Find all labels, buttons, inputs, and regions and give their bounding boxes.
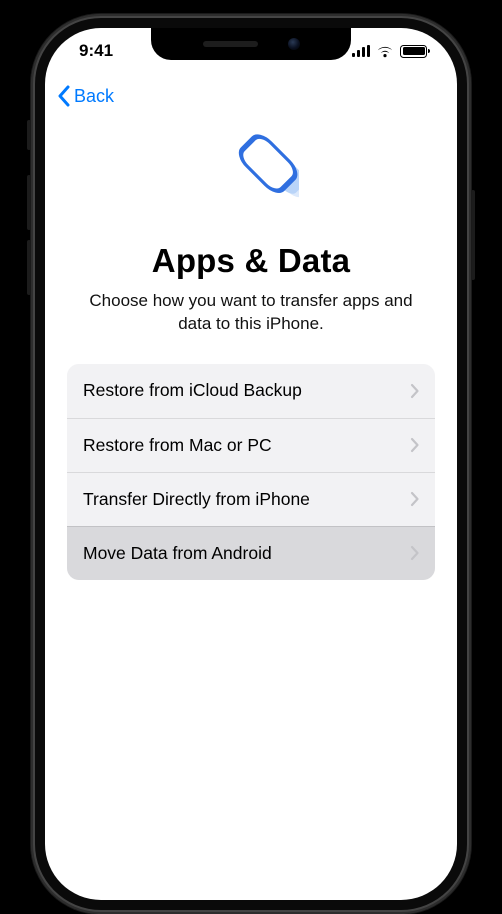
cellular-icon	[352, 45, 370, 57]
option-restore-icloud[interactable]: Restore from iCloud Backup	[67, 364, 435, 418]
front-camera	[288, 38, 300, 50]
status-time: 9:41	[79, 41, 113, 61]
option-label: Restore from Mac or PC	[83, 435, 272, 456]
chevron-right-icon	[410, 437, 419, 453]
battery-icon	[400, 45, 427, 58]
wifi-icon	[376, 45, 394, 58]
notch	[151, 28, 351, 60]
option-restore-mac-pc[interactable]: Restore from Mac or PC	[67, 418, 435, 472]
chevron-right-icon	[410, 545, 419, 561]
chevron-right-icon	[410, 491, 419, 507]
option-label: Restore from iCloud Backup	[83, 380, 302, 401]
speaker-grille	[203, 41, 258, 47]
status-indicators	[352, 45, 427, 58]
apps-data-icon	[203, 128, 299, 224]
page-title: Apps & Data	[67, 242, 435, 280]
back-label: Back	[74, 86, 114, 107]
option-transfer-iphone[interactable]: Transfer Directly from iPhone	[67, 472, 435, 526]
option-label: Move Data from Android	[83, 543, 272, 564]
chevron-left-icon	[57, 85, 70, 107]
screen: 9:41 Back	[45, 28, 457, 900]
phone-frame: 9:41 Back	[31, 14, 471, 914]
page-subtitle: Choose how you want to transfer apps and…	[67, 290, 435, 336]
transfer-options-list: Restore from iCloud Backup Restore from …	[67, 364, 435, 580]
power-button	[471, 190, 475, 280]
navbar: Back	[45, 74, 457, 118]
option-move-android[interactable]: Move Data from Android	[67, 526, 435, 580]
option-label: Transfer Directly from iPhone	[83, 489, 310, 510]
chevron-right-icon	[410, 383, 419, 399]
content: Apps & Data Choose how you want to trans…	[45, 118, 457, 900]
back-button[interactable]: Back	[57, 85, 114, 107]
